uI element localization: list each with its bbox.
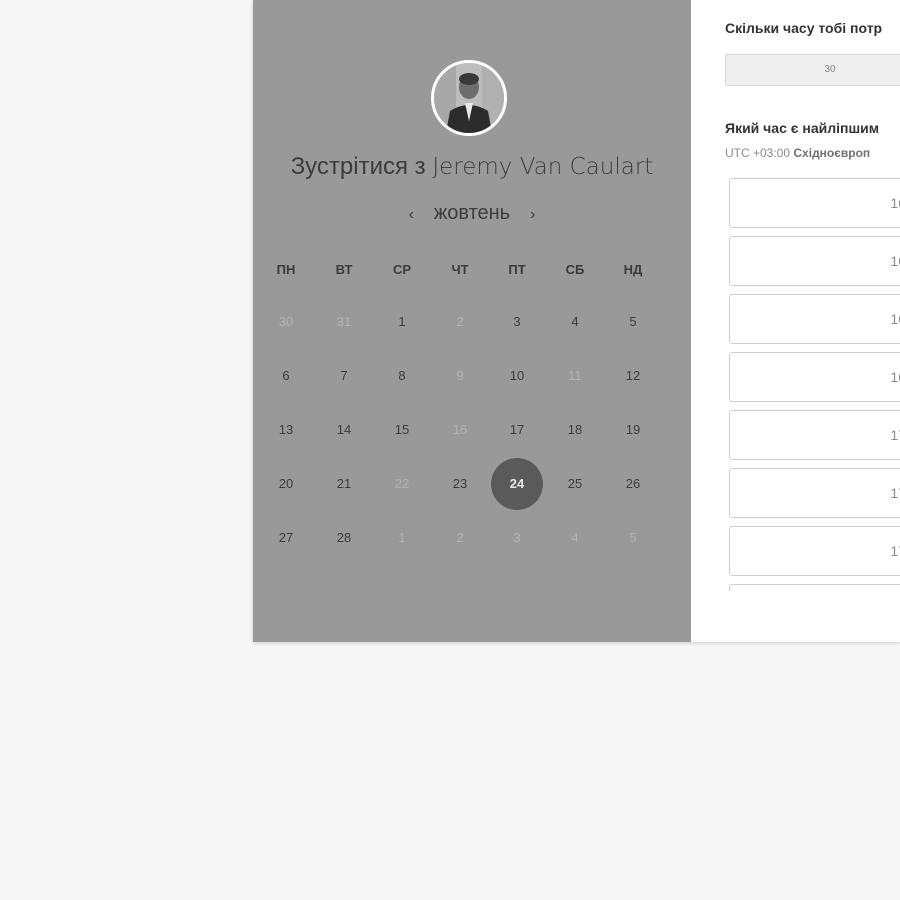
calendar-day[interactable]: 6 [266, 356, 306, 396]
calendar-day[interactable]: 1 [382, 302, 422, 342]
time-slot-button[interactable]: 17 [729, 468, 900, 518]
calendar-day[interactable]: 25 [555, 464, 595, 504]
duration-value: 30 [824, 64, 836, 75]
calendar-day[interactable]: 12 [613, 356, 653, 396]
calendar-day[interactable]: 4 [555, 302, 595, 342]
time-question: Який час є найліпшим [725, 120, 880, 136]
time-slot-button[interactable]: 17 [729, 526, 900, 576]
booking-widget: Зустрітися з Jeremy Van Caulart ‹ жовтен… [253, 0, 900, 642]
calendar-day[interactable]: 21 [324, 464, 364, 504]
timezone-name: Східноєвроп [793, 146, 871, 160]
host-avatar [431, 60, 507, 136]
calendar-day: 3 [513, 530, 521, 545]
calendar-day: 31 [336, 314, 352, 329]
calendar-day: 4 [571, 530, 579, 545]
calendar-day[interactable]: 14 [324, 410, 364, 450]
weekday-label: СР [392, 262, 412, 277]
calendar-day: 11 [568, 368, 582, 383]
time-selection-panel: Скільки часу тобі потр 30 Який час є най… [691, 0, 900, 642]
calendar-day[interactable]: 15 [382, 410, 422, 450]
calendar-day: 30 [278, 314, 294, 329]
calendar-day[interactable]: 3 [497, 302, 537, 342]
calendar-day[interactable]: 19 [613, 410, 653, 450]
time-slot-button[interactable]: 16 [729, 236, 900, 286]
calendar-day: 5 [629, 530, 637, 545]
meeting-title: Зустрітися з Jeremy Van Caulart [253, 153, 691, 181]
timezone-label[interactable]: UTC +03:00 Східноєвроп [725, 146, 870, 160]
weekday-label: ВТ [335, 262, 353, 277]
duration-question: Скільки часу тобі потр [725, 20, 883, 36]
calendar-day[interactable]: 17 [497, 410, 537, 450]
title-prefix: Зустрітися з [290, 153, 426, 180]
time-slot-button[interactable]: 16 [729, 294, 900, 344]
calendar-day[interactable]: 23 [440, 464, 480, 504]
calendar-day: 2 [456, 530, 464, 545]
month-label: жовтень [433, 202, 511, 224]
host-photo [434, 63, 504, 133]
time-slot-button[interactable]: 16 [729, 352, 900, 402]
calendar-day: 16 [452, 422, 468, 437]
calendar-day[interactable]: 28 [324, 518, 364, 558]
timezone-offset: UTC +03:00 [725, 146, 791, 160]
calendar-panel: Зустрітися з Jeremy Van Caulart ‹ жовтен… [253, 0, 691, 642]
calendar-day: 2 [456, 314, 464, 329]
weekday-label: ЧТ [451, 262, 469, 277]
calendar-day[interactable]: 13 [266, 410, 306, 450]
weekday-label: ПН [276, 262, 296, 277]
calendar-day[interactable]: 10 [497, 356, 537, 396]
calendar-day[interactable]: 7 [324, 356, 364, 396]
calendar-day: 9 [456, 368, 464, 383]
calendar-day[interactable]: 8 [382, 356, 422, 396]
time-slot-button[interactable]: 17 [729, 410, 900, 460]
calendar-day[interactable]: 27 [266, 518, 306, 558]
calendar-day[interactable]: 26 [613, 464, 653, 504]
weekday-label: СБ [565, 262, 585, 277]
weekday-label: НД [623, 262, 643, 277]
prev-month-icon[interactable]: ‹ [400, 206, 422, 224]
time-slot-button[interactable]: 16 [729, 178, 900, 228]
calendar-day-selected[interactable]: 24 [491, 458, 543, 510]
duration-selector[interactable]: 30 [725, 54, 900, 86]
slot-list-clip [691, 591, 900, 642]
calendar-day[interactable]: 18 [555, 410, 595, 450]
host-name: Jeremy Van Caulart [432, 154, 654, 180]
calendar-day[interactable]: 20 [266, 464, 306, 504]
calendar-day[interactable]: 5 [613, 302, 653, 342]
weekday-label: ПТ [508, 262, 526, 277]
month-navigation: ‹ жовтень › [253, 202, 691, 225]
next-month-icon[interactable]: › [522, 206, 544, 224]
calendar-day: 22 [394, 476, 410, 491]
calendar-day: 1 [398, 530, 406, 545]
